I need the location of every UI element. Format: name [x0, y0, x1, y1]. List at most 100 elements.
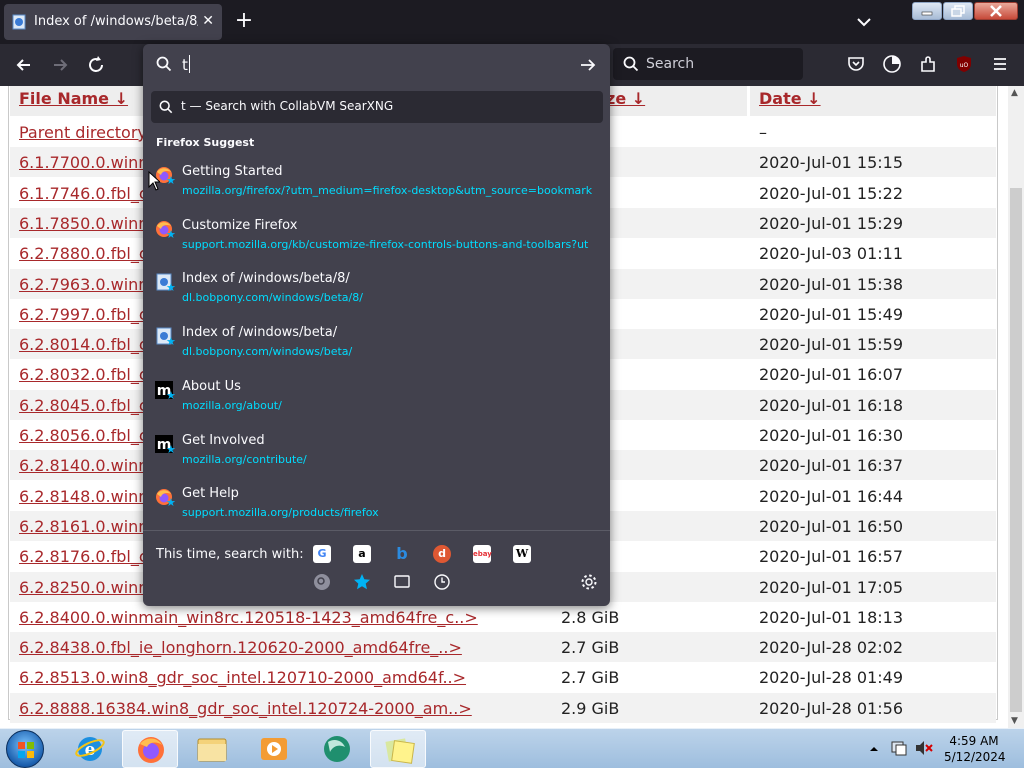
file-link[interactable]: 6.2.8176.0.fbl_c	[19, 547, 148, 566]
internet-explorer-icon: e	[75, 737, 105, 761]
bookmarks-star-icon[interactable]	[353, 573, 371, 591]
pocket-icon[interactable]	[846, 54, 866, 74]
tab-active[interactable]: Index of /windows/beta/8/x64/ ✕	[4, 4, 222, 40]
taskbar-clock[interactable]: 4:59 AM 5/12/2024	[944, 733, 1006, 765]
scroll-down-arrow[interactable]: ▼	[1011, 716, 1021, 726]
firefox-icon: ★	[155, 220, 176, 241]
suggestion-item[interactable]: m ★ Get Involved mozilla.org/contribute/	[151, 431, 603, 481]
file-explorer-taskbar-button[interactable]	[184, 730, 240, 768]
file-link[interactable]: 6.2.8438.0.fbl_ie_longhorn.120620-2000_a…	[19, 638, 462, 657]
search-with-engine-row[interactable]: t — Search with CollabVM SearXNG	[151, 91, 603, 123]
action-center-flag-icon[interactable]	[890, 739, 908, 757]
file-link[interactable]: 6.2.8148.0.winm	[19, 487, 154, 506]
sticky-notes-taskbar-button[interactable]	[370, 730, 426, 768]
url-input[interactable]: t	[143, 44, 610, 86]
internet-explorer-taskbar-button[interactable]: e	[62, 730, 118, 768]
suggestion-item[interactable]: m ★ About Us mozilla.org/about/	[151, 377, 603, 427]
back-icon[interactable]	[12, 53, 36, 77]
history-clock-icon[interactable]	[433, 573, 451, 591]
file-link[interactable]: 6.2.8014.0.fbl_c	[19, 335, 148, 354]
file-size: 2.9 GiB	[561, 698, 620, 718]
ebay-engine-icon[interactable]: ebay	[473, 545, 492, 563]
file-link[interactable]: 6.2.8250.0.winm	[19, 578, 154, 597]
file-link[interactable]: 6.2.7963.0.winm	[19, 275, 154, 294]
search-icon	[623, 56, 639, 72]
bookmark-star-icon: ★	[166, 335, 176, 349]
document-icon: ★	[155, 327, 176, 349]
start-button[interactable]	[6, 730, 44, 768]
file-link[interactable]: 6.1.7746.0.fbl_c	[19, 184, 148, 203]
header-file-name[interactable]: File Name ↓	[19, 89, 128, 108]
amazon-engine-icon[interactable]: a	[353, 545, 371, 563]
tab-close-icon[interactable]: ✕	[202, 13, 214, 29]
file-link[interactable]: 6.1.7850.0.winm	[19, 214, 154, 233]
bookmark-star-icon: ★	[166, 227, 176, 241]
file-date: 2020-Jul-01 15:59	[759, 335, 904, 355]
vertical-scrollbar[interactable]: ▲ ▼	[1008, 86, 1024, 728]
header-date[interactable]: Date ↓	[759, 89, 821, 108]
menu-icon[interactable]	[990, 54, 1010, 74]
tabs-icon[interactable]	[393, 573, 411, 591]
file-link[interactable]: 6.2.8400.0.winmain_win8rc.120518-1423_am…	[19, 608, 478, 627]
extensions-icon[interactable]	[918, 54, 938, 74]
duckduckgo-engine-icon[interactable]: d	[433, 545, 451, 563]
file-link[interactable]: Parent directory/	[19, 123, 152, 142]
file-link[interactable]: 6.2.8032.0.fbl_c	[19, 365, 148, 384]
show-hidden-icons-icon[interactable]	[868, 743, 880, 755]
file-link[interactable]: 6.2.8045.0.fbl_c	[19, 396, 148, 415]
new-tab-button[interactable]: +	[232, 9, 256, 33]
wikipedia-engine-icon[interactable]: W	[513, 545, 531, 563]
suggestion-item[interactable]: ★ Index of /windows/beta/dl.bobpony.com/w…	[151, 323, 603, 373]
suggestion-item[interactable]: ★ Getting Started mozilla.org/firefox/?utm…	[151, 162, 603, 212]
file-link[interactable]: 6.2.8888.16384.win8_gdr_soc_intel.120724…	[19, 699, 472, 718]
bing-engine-icon[interactable]: b	[393, 545, 411, 563]
url-typed-text[interactable]: t	[182, 55, 190, 74]
ublock-origin-icon[interactable]: uO	[954, 54, 974, 74]
column-header-date[interactable]: Date ↓	[750, 86, 996, 116]
media-player-taskbar-button[interactable]	[246, 730, 302, 768]
firefox-taskbar-button[interactable]	[122, 730, 178, 768]
search-bar[interactable]: Search	[613, 48, 803, 80]
file-size: 2.7 GiB	[561, 638, 620, 658]
restore-button[interactable]	[943, 2, 973, 20]
forward-icon[interactable]	[48, 53, 72, 77]
file-date: 2020-Jul-01 16:07	[759, 365, 904, 385]
file-link[interactable]: 6.2.7997.0.fbl_c	[19, 305, 148, 324]
reload-icon[interactable]	[84, 53, 108, 77]
suggestion-item[interactable]: ★ Index of /windows/beta/8/dl.bobpony.com…	[151, 269, 603, 319]
scrollbar-thumb[interactable]	[1010, 188, 1022, 712]
sticky-notes-icon	[385, 738, 415, 764]
search-mode-icon[interactable]	[313, 573, 331, 591]
file-date: 2020-Jul-01 17:05	[759, 577, 904, 597]
file-link[interactable]: 6.2.8161.0.winm	[19, 517, 154, 536]
file-link[interactable]: 6.2.8513.0.win8_gdr_soc_intel.120710-200…	[19, 668, 466, 687]
file-link[interactable]: 6.1.7700.0.winm	[19, 153, 154, 172]
file-link[interactable]: 6.2.7880.0.fbl_c	[19, 244, 148, 263]
google-engine-icon[interactable]: G	[313, 545, 331, 563]
bookmark-star-icon: ★	[166, 388, 176, 402]
scroll-up-arrow[interactable]: ▲	[1011, 88, 1021, 98]
speaker-muted-icon[interactable]	[914, 739, 934, 757]
suggestion-item[interactable]: ★ Get Help support.mozilla.org/products/fi…	[151, 484, 603, 534]
list-all-tabs-icon[interactable]	[852, 12, 876, 32]
header-size[interactable]: ze ↓	[606, 89, 645, 108]
go-arrow-icon[interactable]	[579, 56, 597, 74]
file-date: 2020-Jul-01 16:30	[759, 426, 904, 445]
suggestion-item[interactable]: ★ Customize Firefox support.mozilla.org/kb…	[151, 216, 603, 266]
close-window-button[interactable]	[974, 2, 1018, 20]
suggestion-url: dl.bobpony.com/windows/beta/8/	[182, 291, 363, 305]
clock-time: 4:59 AM	[949, 734, 999, 748]
table-row: 6.2.8438.0.fbl_ie_longhorn.120620-2000_a…	[10, 632, 996, 663]
file-date: 2020-Jul-01 15:15	[759, 153, 904, 173]
file-date: 2020-Jul-03 01:11	[759, 244, 904, 264]
file-date: 2020-Jul-28 02:02	[759, 638, 904, 658]
file-link[interactable]: 6.2.8140.0.winm	[19, 456, 154, 475]
clock-date: 5/12/2024	[944, 750, 1006, 764]
minimize-button[interactable]	[912, 2, 942, 20]
account-icon[interactable]	[882, 54, 902, 74]
file-link[interactable]: 6.2.8056.0.fbl_c	[19, 426, 148, 445]
settings-gear-icon[interactable]	[580, 573, 598, 591]
network-app-taskbar-button[interactable]	[308, 730, 364, 768]
file-date: 2020-Jul-01 16:57	[759, 547, 904, 567]
search-icon	[159, 100, 173, 114]
